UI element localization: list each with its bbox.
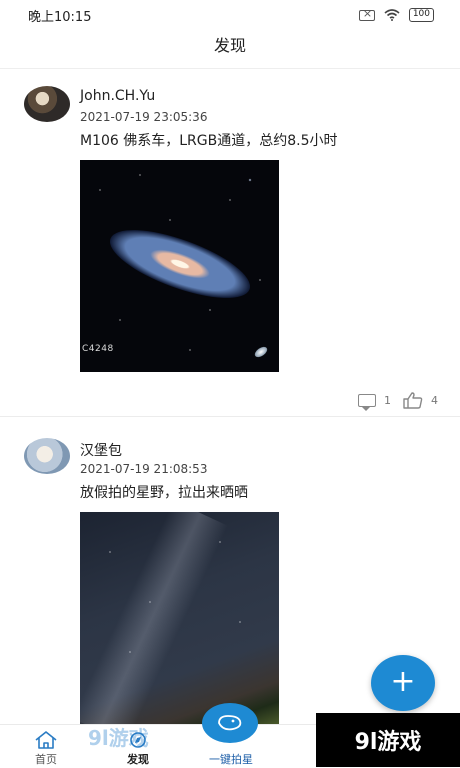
page-title: 发现 [0,30,460,69]
post-actions: 1 4 [358,392,438,411]
battery-indicator: 100 [408,8,434,22]
like-button[interactable]: 4 [403,392,438,409]
watermark-logo: 9l游戏 [88,726,149,750]
status-time: 晚上10:15 [28,9,92,25]
galaxy-image [102,216,258,312]
post-caption: M106 佛系车，LRGB通道，总约8.5小时 [80,133,338,149]
status-bar: 晚上10:15 100 [0,0,460,30]
shoot-button[interactable] [202,703,258,743]
comment-icon [358,394,376,411]
small-galaxy-image [252,344,270,360]
tab-home[interactable]: 首页 [26,731,66,767]
post-timestamp: 2021-07-19 23:05:36 [80,110,208,124]
tab-shoot-label: 一键拍星 [209,753,253,766]
comment-button[interactable]: 1 [358,394,391,411]
status-icons: 100 [358,7,434,22]
tab-discover-label: 发现 [127,753,149,766]
tab-home-label: 首页 [35,753,57,766]
avatar[interactable] [24,438,70,474]
post-username[interactable]: John.CH.Yu [80,88,155,104]
like-count: 4 [431,394,438,407]
avatar[interactable] [24,86,70,122]
photo-label: C4248 [82,344,114,354]
feed-post: John.CH.Yu 2021-07-19 23:05:36 M106 佛系车，… [0,72,460,417]
add-post-button[interactable]: + [371,655,435,711]
thumbs-up-icon [403,392,423,409]
sim-icon [358,7,375,21]
wifi-icon [384,9,400,21]
post-timestamp: 2021-07-19 21:08:53 [80,462,208,476]
post-photo[interactable] [80,512,279,724]
post-photo[interactable]: C4248 [80,160,279,372]
camera-icon [218,715,242,731]
watermark-logo: 9l游戏 [316,713,460,767]
comment-count: 1 [384,394,391,407]
milky-way-image [80,512,228,724]
post-username[interactable]: 汉堡包 [80,440,122,460]
home-icon [35,731,57,749]
post-caption: 放假拍的星野，拉出来晒晒 [80,485,248,501]
